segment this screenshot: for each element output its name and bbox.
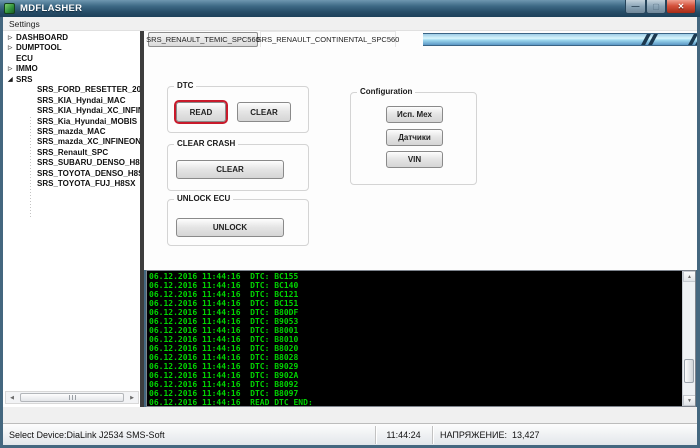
group-clear-crash: CLEAR CRASH CLEAR [167, 144, 309, 191]
app-window: MDFLASHER — ▢ ✕ Settings ▷DASHBOARD▷DUMP… [0, 0, 700, 448]
log-line: 06.12.2016 11:44:16 DTC: B9053 [149, 317, 313, 326]
tree-item-label: DUMPTOOL [16, 43, 62, 52]
tree: ▷DASHBOARD▷DUMPTOOLECU▷IMMO◢SRSSRS_FORD_… [3, 33, 141, 190]
tree-item-label: ECU [16, 54, 33, 63]
app-icon [4, 3, 15, 14]
tree-item-label: SRS_mazda_MAC [37, 127, 105, 136]
voltage-label: НАПРЯЖЕНИЕ: [440, 430, 507, 440]
tab-srs-renault-continental[interactable]: SRS_RENAULT_CONTINENTAL_SPC560 [260, 31, 396, 47]
log-vertical-scrollbar[interactable]: ▲ ▼ [682, 271, 695, 406]
minimize-button[interactable]: — [625, 0, 646, 14]
log-line: 06.12.2016 11:44:16 DTC: B8020 [149, 344, 313, 353]
progress-bar [423, 33, 697, 46]
scrollbar-thumb[interactable] [684, 359, 694, 383]
group-unlock-ecu-title: UNLOCK ECU [174, 194, 233, 203]
main-panel: SRS_RENAULT_TEMIC_SPC560 SRS_RENAULT_CON… [144, 31, 697, 270]
log-line: 06.12.2016 11:44:16 DTC: B8028 [149, 353, 313, 362]
log-line: 06.12.2016 11:44:16 DTC: BC151 [149, 299, 313, 308]
tree-item[interactable]: SRS_TOYOTA_FUJ_H8SX [3, 179, 141, 189]
window-controls: — ▢ ✕ [625, 0, 696, 14]
expander-collapsed-icon[interactable]: ▷ [8, 33, 16, 43]
expander-expanded-icon[interactable]: ◢ [8, 75, 16, 85]
log-line: 06.12.2016 11:44:16 DTC: BC121 [149, 290, 313, 299]
tree-item[interactable]: SRS_TOYOTA_DENSO_H8SX [3, 169, 141, 179]
log-console: 06.12.2016 11:44:16 DTC: BC15506.12.2016… [146, 270, 696, 407]
scroll-right-icon[interactable]: ▶ [126, 392, 138, 403]
tree-item-label: SRS_FORD_RESETTER_2005_2 [37, 85, 141, 94]
group-dtc: DTC READ CLEAR [167, 86, 309, 133]
menu-bar: Settings [3, 17, 697, 31]
dtc-read-button[interactable]: READ [176, 102, 226, 122]
log-line: 06.12.2016 11:44:16 DTC: B8097 [149, 389, 313, 398]
log-line: 06.12.2016 11:44:16 READ DTC END: [149, 398, 313, 407]
log-line: 06.12.2016 11:44:16 DTC: B8001 [149, 326, 313, 335]
tree-item[interactable]: ◢SRS [3, 75, 141, 85]
close-button[interactable]: ✕ [666, 0, 696, 14]
tree-item[interactable]: SRS_SUBARU_DENSO_H8SX [3, 158, 141, 168]
log-line: 06.12.2016 11:44:16 DTC: B902A [149, 371, 313, 380]
tree-item[interactable]: SRS_KIA_Hyndai_MAC [3, 96, 141, 106]
tree-item-label: SRS_KIA_Hyndai_XC_INFINEON [37, 106, 141, 115]
tree-item[interactable]: SRS_Kia_Hyundai_MOBIS [3, 117, 141, 127]
tree-item-label: SRS [16, 75, 32, 84]
title-bar: MDFLASHER — ▢ ✕ [0, 0, 700, 17]
tab-srs-renault-temic[interactable]: SRS_RENAULT_TEMIC_SPC560 [148, 32, 258, 47]
dtc-clear-button[interactable]: CLEAR [237, 102, 291, 122]
clear-crash-button[interactable]: CLEAR [176, 160, 284, 179]
status-time: 11:44:24 [375, 424, 432, 446]
scroll-left-icon[interactable]: ◀ [6, 392, 18, 403]
bottom-gap [3, 407, 697, 423]
menu-settings[interactable]: Settings [3, 19, 46, 29]
expander-collapsed-icon[interactable]: ▷ [8, 43, 16, 53]
config-isp-meh-button[interactable]: Исп. Мех [386, 106, 443, 123]
config-datchiki-button[interactable]: Датчики [386, 129, 443, 146]
tree-item[interactable]: SRS_mazda_XC_INFINEON [3, 137, 141, 147]
tree-item[interactable]: SRS_mazda_MAC [3, 127, 141, 137]
status-device: Select Device:DiaLink J2534 SMS-Soft [9, 424, 165, 446]
scrollbar-thumb[interactable] [20, 393, 124, 402]
tree-item[interactable]: SRS_Renault_SPC [3, 148, 141, 158]
tree-item[interactable]: ▷DUMPTOOL [3, 43, 141, 53]
tree-panel: ▷DASHBOARD▷DUMPTOOLECU▷IMMO◢SRSSRS_FORD_… [3, 31, 141, 407]
log-line: 06.12.2016 11:44:16 DTC: B80DF [149, 308, 313, 317]
config-vin-button[interactable]: VIN [386, 151, 443, 168]
tree-item-label: SRS_Renault_SPC [37, 148, 108, 157]
status-bar: Select Device:DiaLink J2534 SMS-Soft 11:… [3, 423, 697, 445]
group-configuration-title: Configuration [357, 87, 415, 96]
tree-item-label: SRS_TOYOTA_DENSO_H8SX [37, 169, 141, 178]
window-title: MDFLASHER [20, 3, 82, 14]
tree-item-label: SRS_mazda_XC_INFINEON [37, 137, 141, 146]
maximize-button[interactable]: ▢ [646, 0, 666, 14]
tree-item[interactable]: ECU [3, 54, 141, 64]
tree-horizontal-scrollbar[interactable]: ◀ ▶ [5, 391, 139, 404]
group-clear-crash-title: CLEAR CRASH [174, 139, 238, 148]
tree-item[interactable]: SRS_KIA_Hyndai_XC_INFINEON [3, 106, 141, 116]
log-line: 06.12.2016 11:44:16 DTC: BC140 [149, 281, 313, 290]
status-separator [432, 426, 433, 444]
group-dtc-title: DTC [174, 81, 196, 90]
expander-collapsed-icon[interactable]: ▷ [8, 64, 16, 74]
tree-item-label: DASHBOARD [16, 33, 68, 42]
tree-item[interactable]: ▷DASHBOARD [3, 33, 141, 43]
group-unlock-ecu: UNLOCK ECU UNLOCK [167, 199, 309, 246]
group-configuration: Configuration Исп. Мех Датчики VIN [350, 92, 477, 185]
voltage-value: 13,427 [512, 430, 540, 440]
tree-item-label: SRS_SUBARU_DENSO_H8SX [37, 158, 141, 167]
tree-item-label: IMMO [16, 64, 38, 73]
log-line: 06.12.2016 11:44:16 DTC: B8092 [149, 380, 313, 389]
tree-item[interactable]: ▷IMMO [3, 64, 141, 74]
scroll-up-icon[interactable]: ▲ [683, 271, 696, 282]
log-line: 06.12.2016 11:44:16 DTC: B9029 [149, 362, 313, 371]
tree-item-label: SRS_TOYOTA_FUJ_H8SX [37, 179, 135, 188]
tree-item-label: SRS_Kia_Hyundai_MOBIS [37, 117, 137, 126]
scrollbar-grip [69, 395, 76, 400]
tree-item-label: SRS_KIA_Hyndai_MAC [37, 96, 125, 105]
status-voltage: НАПРЯЖЕНИЕ: 13,427 [440, 424, 540, 446]
log-line: 06.12.2016 11:44:16 DTC: B8010 [149, 335, 313, 344]
log-line: 06.12.2016 11:44:16 DTC: BC155 [149, 272, 313, 281]
log-lines: 06.12.2016 11:44:16 DTC: BC15506.12.2016… [149, 272, 313, 407]
unlock-ecu-button[interactable]: UNLOCK [176, 218, 284, 237]
scroll-down-icon[interactable]: ▼ [683, 395, 696, 406]
tree-item[interactable]: SRS_FORD_RESETTER_2005_2 [3, 85, 141, 95]
